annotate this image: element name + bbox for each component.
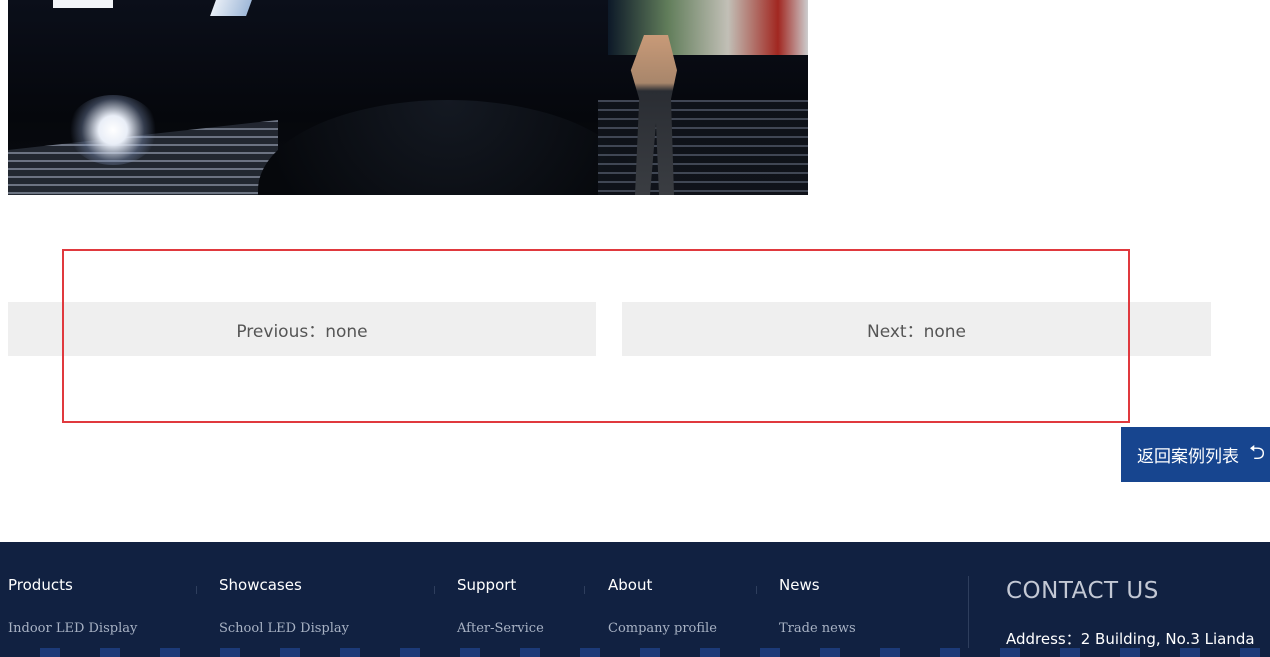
footer-title-about[interactable]: About bbox=[608, 576, 717, 594]
footer-divider bbox=[968, 576, 969, 656]
next-case-label: Next：none bbox=[866, 321, 966, 342]
footer-column-products: Products Indoor LED Display bbox=[8, 576, 137, 636]
footer-title-news[interactable]: News bbox=[779, 576, 856, 594]
contact-address: Address：2 Building, No.3 Lianda bbox=[1006, 630, 1255, 648]
footer-link-trade-news[interactable]: Trade news bbox=[779, 621, 856, 636]
led-screen-left bbox=[53, 0, 113, 8]
footer-title-products[interactable]: Products bbox=[8, 576, 137, 594]
back-to-case-list-button[interactable]: 返回案例列表 ⮌ bbox=[1121, 427, 1270, 482]
footer-link-company-profile[interactable]: Company profile bbox=[608, 621, 717, 636]
next-case-button[interactable]: Next：none bbox=[622, 302, 1211, 356]
footer-title-support[interactable]: Support bbox=[457, 576, 544, 594]
footer-column-news: News Trade news bbox=[779, 576, 856, 636]
footer-separator bbox=[434, 586, 435, 594]
page: Previous：none Next：none 返回案例列表 ⮌ Product… bbox=[0, 0, 1270, 657]
footer-column-about: About Company profile bbox=[608, 576, 717, 636]
footer-bottom-strip bbox=[0, 648, 1270, 657]
footer-link-after-service[interactable]: After-Service bbox=[457, 621, 544, 636]
footer-column-support: Support After-Service bbox=[457, 576, 544, 636]
stage-stairs-right bbox=[598, 100, 808, 195]
contact-title: CONTACT US bbox=[1006, 578, 1159, 604]
back-to-case-list-label: 返回案例列表 bbox=[1137, 447, 1239, 467]
footer-link-indoor-led-display[interactable]: Indoor LED Display bbox=[8, 621, 137, 636]
footer-link-school-led-display[interactable]: School LED Display bbox=[219, 621, 349, 636]
previous-case-button[interactable]: Previous：none bbox=[8, 302, 596, 356]
previous-case-label: Previous：none bbox=[236, 321, 368, 342]
stage-dome bbox=[258, 100, 638, 195]
led-screen-right bbox=[608, 0, 808, 55]
footer-separator bbox=[196, 586, 197, 594]
footer-separator bbox=[584, 586, 585, 594]
led-screen-center bbox=[210, 0, 252, 16]
case-photo bbox=[8, 0, 808, 195]
footer-title-showcases[interactable]: Showcases bbox=[219, 576, 349, 594]
footer: Products Indoor LED Display Showcases Sc… bbox=[0, 542, 1270, 657]
return-arrow-icon: ⮌ bbox=[1249, 439, 1266, 464]
spotlight-glow bbox=[68, 95, 158, 165]
footer-column-showcases: Showcases School LED Display bbox=[219, 576, 349, 636]
footer-separator bbox=[756, 586, 757, 594]
